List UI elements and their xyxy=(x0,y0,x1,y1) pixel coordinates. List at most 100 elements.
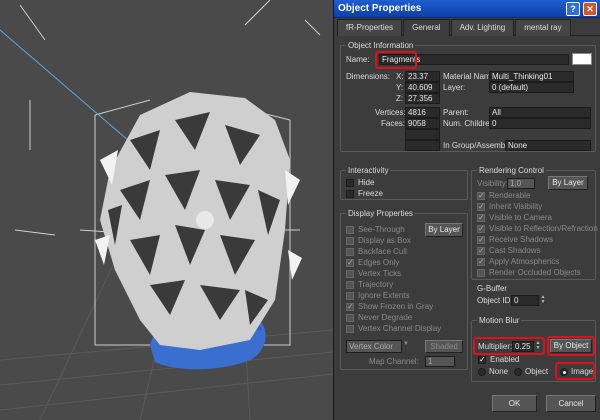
enabled-label: Enabled xyxy=(490,355,520,364)
trajectory-checkbox[interactable] xyxy=(346,281,354,289)
multiplier-highlight xyxy=(473,337,545,355)
show-frozen-gray-checkbox[interactable] xyxy=(346,302,354,311)
dialog-title-bar[interactable]: Object Properties ? ✕ xyxy=(334,0,600,18)
cancel-button[interactable]: Cancel xyxy=(546,395,596,412)
freeze-label: Freeze xyxy=(358,189,383,198)
receive-shadows-checkbox[interactable] xyxy=(477,235,485,244)
backface-cull-label: Backface Cull xyxy=(358,247,407,256)
tab-adv-lighting[interactable]: Adv. Lighting xyxy=(450,19,515,36)
object-id-field[interactable]: 0 xyxy=(511,295,539,306)
blur-none-radio[interactable] xyxy=(478,368,486,376)
apply-atmospherics-checkbox[interactable] xyxy=(477,257,485,266)
blank-field-2 xyxy=(405,140,440,151)
z-label: Z: xyxy=(396,94,404,103)
visible-reflection-checkbox[interactable] xyxy=(477,224,485,233)
blur-none-label: None xyxy=(489,367,509,376)
visible-to-camera-label: Visible to Camera xyxy=(489,213,552,222)
tab-mental-ray[interactable]: mental ray xyxy=(515,19,571,36)
render-occluded-checkbox[interactable] xyxy=(477,269,485,277)
vertices-value: 4816 xyxy=(405,107,440,118)
renderable-checkbox[interactable] xyxy=(477,191,485,200)
interactivity-title: Interactivity xyxy=(346,166,391,175)
vertex-channel-display-label: Vertex Channel Display xyxy=(358,324,442,333)
vertex-color-dropdown[interactable]: Vertex Color xyxy=(346,340,402,353)
enabled-checkbox[interactable] xyxy=(478,355,486,364)
blur-object-radio[interactable] xyxy=(514,368,522,376)
dropdown-chevron-icon: ▼ xyxy=(403,341,409,347)
by-object-highlight xyxy=(547,336,595,356)
display-as-box-label: Display as Box xyxy=(358,236,411,245)
name-label: Name: xyxy=(346,55,370,64)
freeze-checkbox[interactable] xyxy=(346,190,354,198)
see-through-checkbox[interactable] xyxy=(346,226,354,234)
see-through-label: See-Through xyxy=(358,225,405,234)
layer-label: Layer: xyxy=(443,83,466,92)
vertices-label: Vertices: xyxy=(375,108,406,117)
parent-value: All xyxy=(489,107,591,118)
y-dimension-value: 40.609 xyxy=(405,82,440,93)
cast-shadows-checkbox[interactable] xyxy=(477,246,485,255)
visible-to-camera-checkbox[interactable] xyxy=(477,213,485,222)
never-degrade-checkbox[interactable] xyxy=(346,314,354,322)
rendering-control-title: Rendering Control xyxy=(477,166,546,175)
tab-fr-properties[interactable]: fR-Properties xyxy=(337,19,403,36)
object-information-title: Object Information xyxy=(346,41,416,50)
blank-field-1 xyxy=(405,129,440,140)
vertex-channel-display-checkbox[interactable] xyxy=(346,325,354,333)
object-properties-dialog: Object Properties ? ✕ fR-Properties Gene… xyxy=(333,0,600,420)
visibility-label: Visibility: xyxy=(477,179,508,188)
faces-label: Faces: xyxy=(381,119,406,128)
map-channel-label: Map Channel: xyxy=(369,357,419,366)
visibility-field[interactable]: 1.0 xyxy=(507,178,535,189)
object-information-group: Object Information Name: Fragments Dimen… xyxy=(340,41,596,152)
ignore-extents-label: Ignore Extents xyxy=(358,291,410,300)
hide-label: Hide xyxy=(358,178,375,187)
dimensions-label: Dimensions: xyxy=(346,72,391,81)
display-as-box-checkbox[interactable] xyxy=(346,237,354,245)
show-frozen-gray-label: Show Frozen in Gray xyxy=(358,302,434,311)
material-name-value: Multi_Thinking01 xyxy=(489,71,574,82)
tab-general[interactable]: General xyxy=(403,19,450,36)
visible-reflection-label: Visible to Reflection/Refraction xyxy=(489,224,598,233)
name-highlight xyxy=(375,51,417,69)
faces-value: 9058 xyxy=(405,118,440,129)
backface-cull-checkbox[interactable] xyxy=(346,248,354,256)
rendering-control-group: Rendering Control Visibility: 1.0 By Lay… xyxy=(471,166,598,280)
object-color-swatch[interactable] xyxy=(572,53,592,65)
layer-value: 0 (default) xyxy=(489,82,574,93)
object-id-label: Object ID: xyxy=(477,296,513,305)
vertex-ticks-checkbox[interactable] xyxy=(346,270,354,278)
gbuffer-title: G-Buffer xyxy=(477,284,508,293)
display-properties-group: Display Properties By Layer See-Through … xyxy=(340,209,468,370)
shaded-button[interactable]: Shaded xyxy=(425,340,463,353)
ok-button[interactable]: OK xyxy=(492,395,537,412)
interactivity-group: Interactivity Hide Freeze xyxy=(340,166,468,200)
display-by-layer-button[interactable]: By Layer xyxy=(425,223,463,237)
edges-only-label: Edges Only xyxy=(358,258,400,267)
close-button[interactable]: ✕ xyxy=(583,1,597,16)
tab-bar: fR-Properties General Adv. Lighting ment… xyxy=(337,19,600,36)
3d-viewport[interactable] xyxy=(0,0,333,420)
object-id-spinner-icon[interactable]: ▲ ▼ xyxy=(540,295,546,306)
blur-object-label: Object xyxy=(525,367,549,376)
inherit-visibility-checkbox[interactable] xyxy=(477,202,485,211)
in-group-value: None xyxy=(505,140,591,151)
map-channel-field[interactable]: 1 xyxy=(425,356,455,367)
apply-atmospherics-label: Apply Atmospherics xyxy=(489,257,560,266)
display-properties-title: Display Properties xyxy=(346,209,415,218)
parent-label: Parent: xyxy=(443,108,469,117)
vertex-ticks-label: Vertex Ticks xyxy=(358,269,402,278)
inherit-visibility-label: Inherit Visibility xyxy=(489,202,543,211)
hide-checkbox[interactable] xyxy=(346,179,354,187)
trajectory-label: Trajectory xyxy=(358,280,394,289)
viewport-scene xyxy=(0,0,333,420)
help-button[interactable]: ? xyxy=(566,1,580,16)
ignore-extents-checkbox[interactable] xyxy=(346,292,354,300)
in-group-label: In Group/Assembly: xyxy=(443,141,514,150)
edges-only-checkbox[interactable] xyxy=(346,258,354,267)
num-children-value: 0 xyxy=(489,118,591,129)
x-label: X: xyxy=(396,72,404,81)
rendering-by-layer-button[interactable]: By Layer xyxy=(548,176,588,190)
motion-blur-group: Motion Blur Multiplier: 0.25 ▲ ▼ By Objec… xyxy=(471,316,596,382)
renderable-label: Renderable xyxy=(489,191,531,200)
